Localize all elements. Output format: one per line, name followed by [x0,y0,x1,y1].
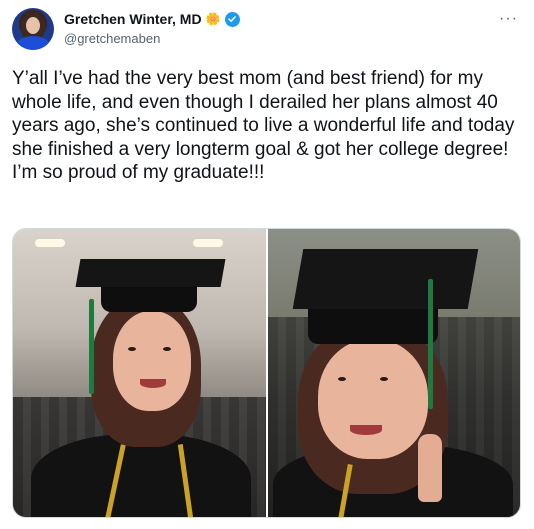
graduation-photo-left[interactable] [13,229,266,517]
author-handle[interactable]: @gretchemaben [64,31,160,46]
more-options-icon[interactable]: ··· [499,10,518,28]
tweet-card: Gretchen Winter, MD 🌼 @gretchemaben ··· … [0,0,534,529]
graduation-photo-right[interactable] [267,229,520,517]
flower-emoji-icon: 🌼 [205,12,221,26]
author-display-name[interactable]: Gretchen Winter, MD [64,11,202,27]
avatar[interactable] [12,8,54,50]
graduate-figure [268,229,520,517]
avatar-face [26,17,40,34]
tweet-text: Y’all I’ve had the very best mom (and be… [12,68,515,183]
avatar-shoulders [16,36,50,50]
author-name-row: Gretchen Winter, MD 🌼 [64,11,240,27]
verified-badge-icon [224,11,240,27]
graduate-figure [13,229,266,517]
tweet-media-grid [12,228,521,518]
